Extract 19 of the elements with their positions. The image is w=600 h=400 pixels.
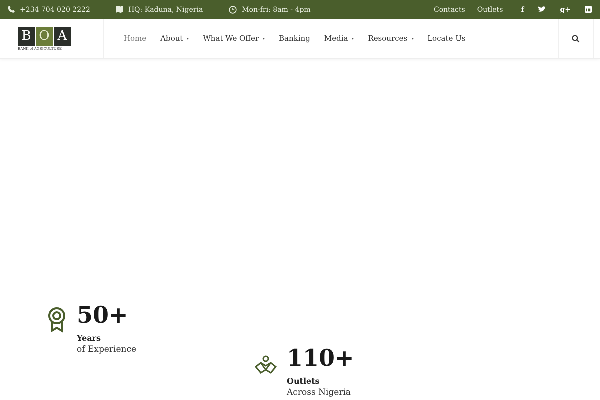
award-icon bbox=[47, 307, 67, 333]
logo-letter: O bbox=[36, 26, 53, 46]
stat-title: Years bbox=[77, 333, 102, 343]
phone-icon bbox=[8, 6, 15, 13]
stat-subtitle: Across Nigeria bbox=[287, 388, 352, 398]
stat-value: 110+ bbox=[287, 347, 354, 370]
search-icon bbox=[572, 34, 580, 42]
stat-subtitle: of Experience bbox=[77, 345, 137, 355]
caret-icon bbox=[263, 38, 266, 40]
stat-value: 50+ bbox=[77, 304, 130, 327]
caret-icon bbox=[412, 38, 414, 40]
map-icon bbox=[116, 6, 124, 13]
caret-icon bbox=[352, 38, 354, 40]
logo-letter: A bbox=[54, 26, 71, 46]
caret-icon bbox=[187, 38, 190, 40]
clock-icon bbox=[229, 6, 238, 14]
bird-icon[interactable] bbox=[538, 6, 546, 13]
logo-letter: B bbox=[18, 26, 35, 46]
stat-title: Outlets bbox=[287, 376, 321, 386]
